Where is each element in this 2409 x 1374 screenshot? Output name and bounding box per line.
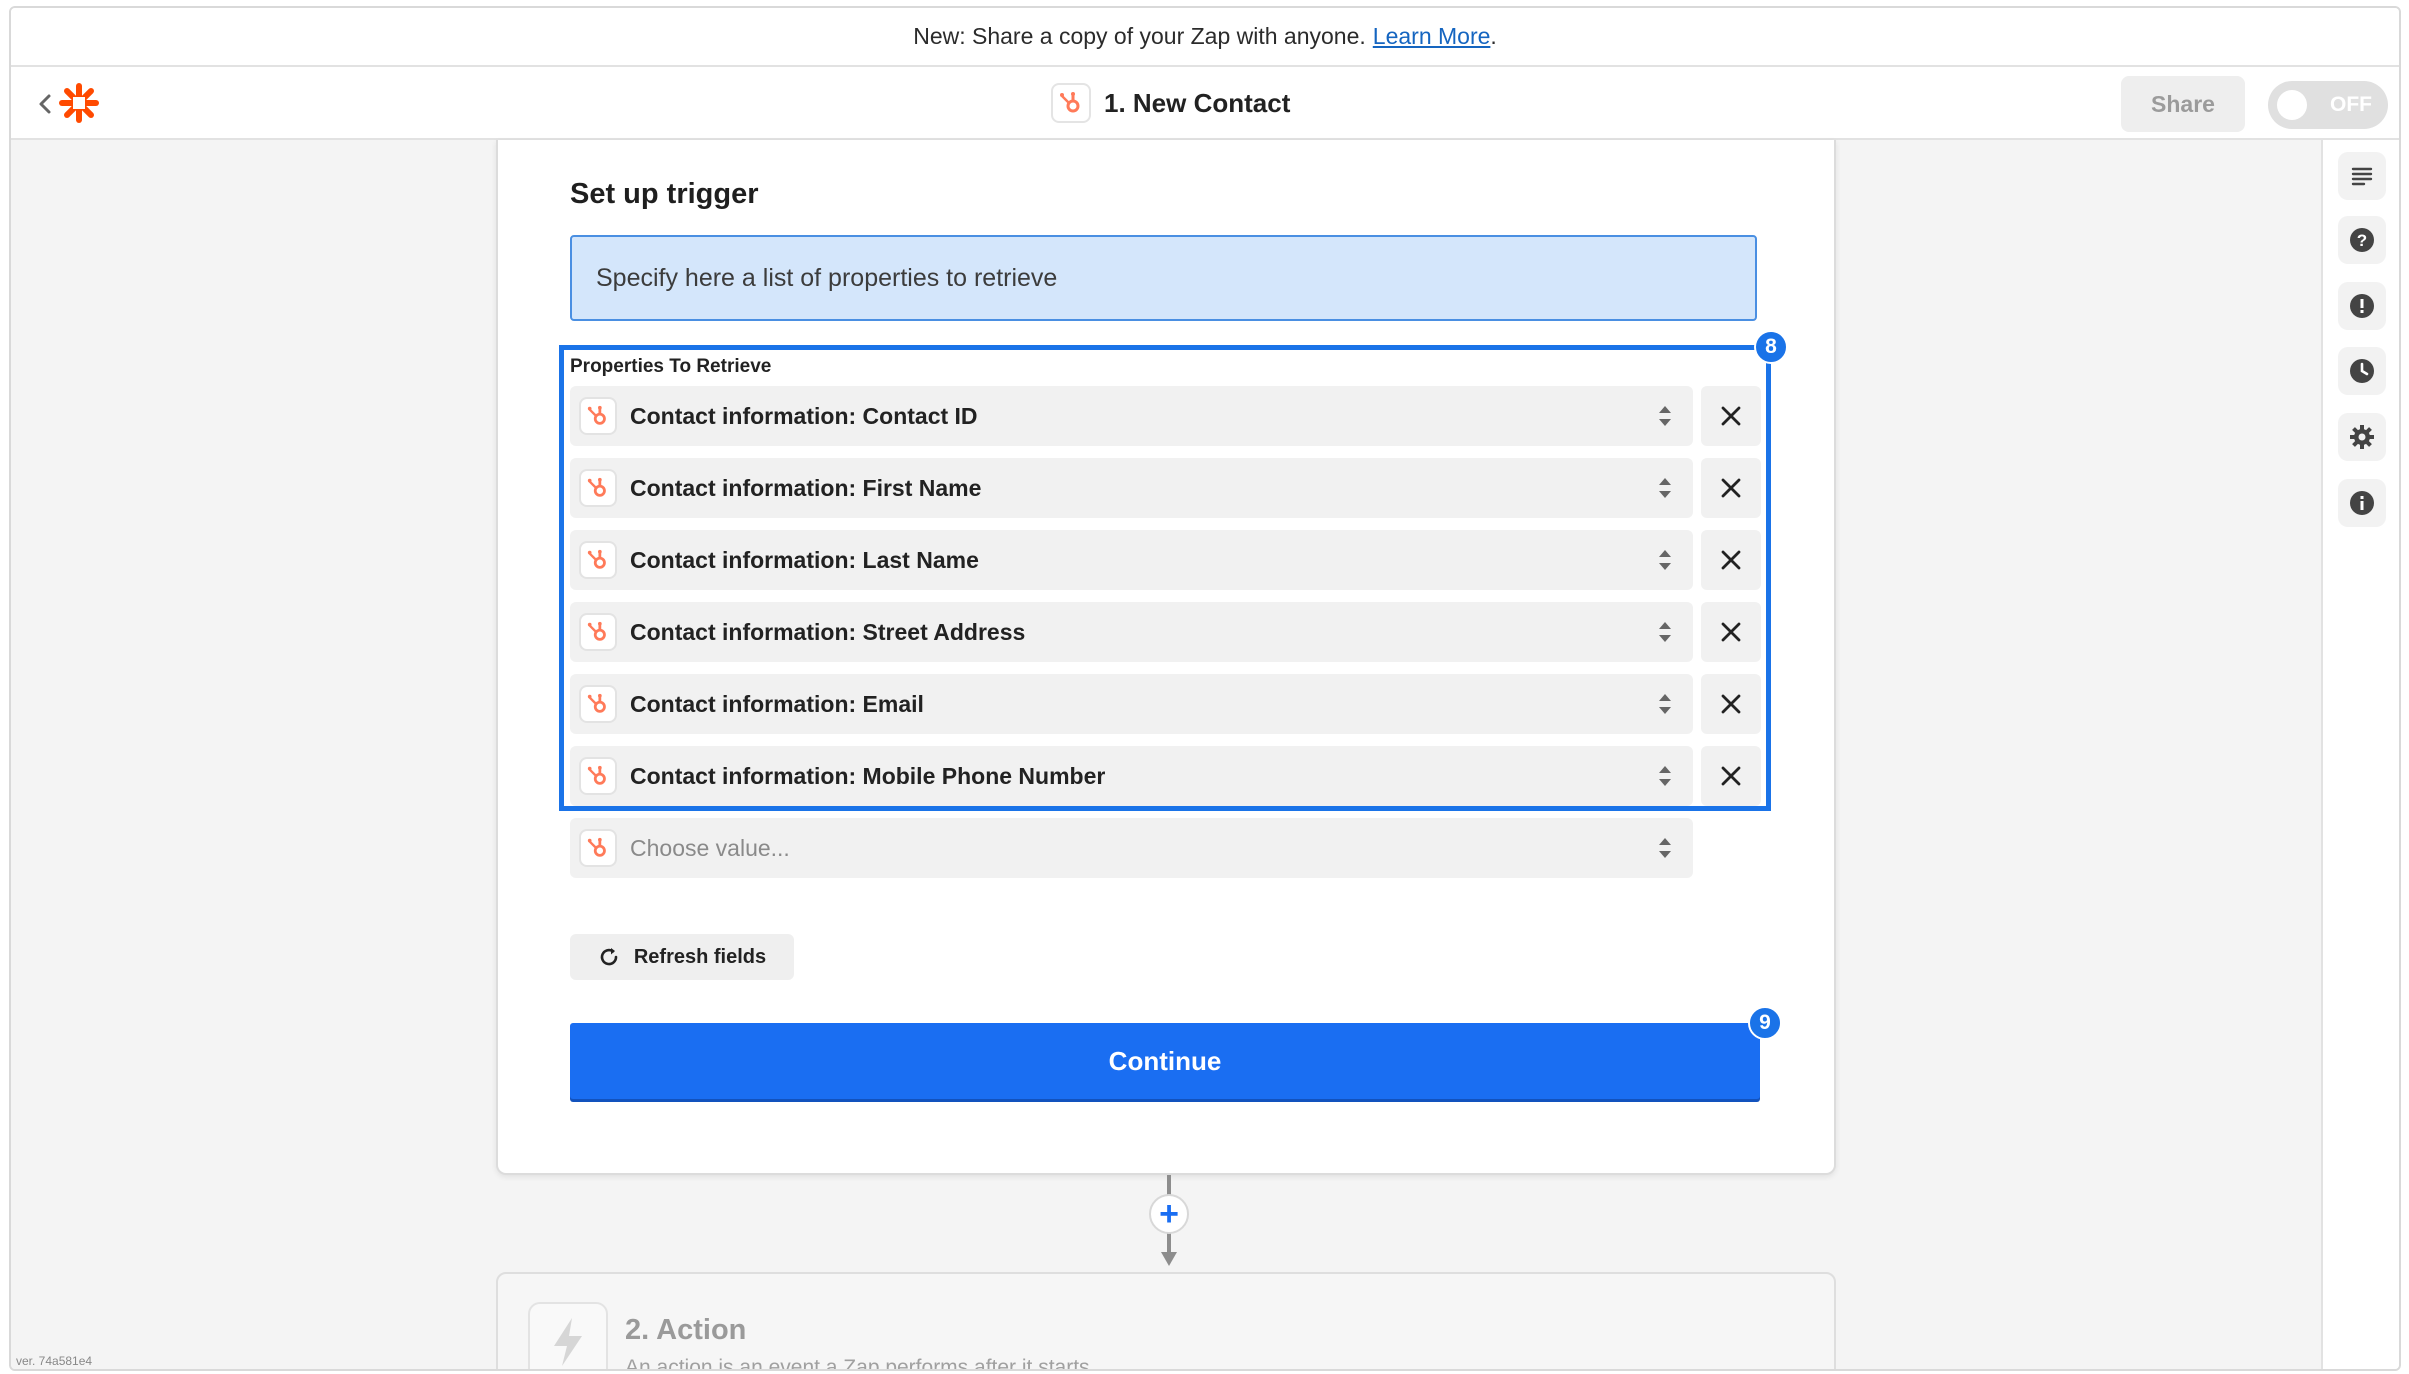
badge-9: 9	[1748, 1006, 1782, 1040]
right-sidebar: ?	[2321, 140, 2399, 1369]
sort-arrows-icon	[1657, 690, 1673, 718]
connector-arrow-icon	[1161, 1252, 1177, 1266]
chevron-left-icon[interactable]	[33, 89, 59, 119]
property-row: Contact information: Last Name	[570, 530, 1761, 590]
remove-button[interactable]	[1701, 674, 1761, 734]
help-text-box: Specify here a list of properties to ret…	[570, 235, 1757, 321]
hubspot-icon	[579, 829, 617, 867]
property-value: Contact information: Mobile Phone Number	[630, 763, 1106, 789]
property-select[interactable]: Contact information: Street Address	[570, 602, 1693, 662]
choose-value-select[interactable]: Choose value...	[570, 818, 1693, 878]
svg-text:?: ?	[2357, 231, 2367, 250]
property-select[interactable]: Contact information: Email	[570, 674, 1693, 734]
refresh-label: Refresh fields	[633, 945, 767, 968]
zap-title[interactable]: 1. New Contact	[1051, 83, 1290, 123]
alert-icon[interactable]	[2338, 282, 2386, 330]
remove-button[interactable]	[1701, 386, 1761, 446]
share-button[interactable]: Share	[2121, 76, 2245, 132]
refresh-fields-button[interactable]: Refresh fields	[570, 934, 794, 980]
announcement-bar: New: Share a copy of your Zap with anyon…	[11, 8, 2399, 67]
continue-button[interactable]: Continue	[570, 1023, 1760, 1099]
badge-8: 8	[1754, 330, 1788, 364]
property-row: Contact information: First Name	[570, 458, 1761, 518]
sort-arrows-icon	[1657, 546, 1673, 574]
announcement-text: New: Share a copy of your Zap with anyon…	[913, 23, 1366, 49]
property-select[interactable]: Contact information: First Name	[570, 458, 1693, 518]
toggle-label: OFF	[2330, 93, 2372, 116]
history-icon[interactable]	[2338, 347, 2386, 395]
refresh-icon	[600, 948, 618, 966]
sort-arrows-icon	[1657, 402, 1673, 430]
toggle-knob	[2277, 90, 2307, 120]
hubspot-icon	[579, 541, 617, 579]
learn-more-link[interactable]: Learn More	[1373, 23, 1491, 50]
add-step-button[interactable]: +	[1149, 1194, 1189, 1234]
property-value: Contact information: Contact ID	[630, 403, 978, 429]
help-text: Specify here a list of properties to ret…	[596, 263, 1058, 292]
header: 1. New Contact Share OFF	[11, 67, 2399, 140]
property-value: Contact information: First Name	[630, 475, 982, 501]
hubspot-icon	[579, 397, 617, 435]
version-label: ver. 74a581e4	[16, 1354, 93, 1368]
sort-arrows-icon	[1657, 834, 1673, 862]
remove-button[interactable]	[1701, 458, 1761, 518]
info-icon[interactable]	[2338, 479, 2386, 527]
remove-button[interactable]	[1701, 602, 1761, 662]
action-title: 2. Action	[625, 1314, 747, 1346]
close-icon	[1721, 406, 1741, 426]
notes-icon[interactable]	[2338, 152, 2386, 200]
action-step-card[interactable]: 2. Action An action is an event a Zap pe…	[496, 1272, 1836, 1371]
close-icon	[1721, 766, 1741, 786]
zap-on-off-toggle[interactable]: OFF	[2268, 81, 2388, 129]
hubspot-icon	[579, 757, 617, 795]
settings-icon[interactable]	[2338, 413, 2386, 461]
page-title: 1. New Contact	[1104, 87, 1291, 118]
field-label: Properties To Retrieve	[570, 356, 772, 377]
property-row: Contact information: Street Address	[570, 602, 1761, 662]
sort-arrows-icon	[1657, 618, 1673, 646]
remove-button[interactable]	[1701, 530, 1761, 590]
new-property-row: Choose value...	[570, 818, 1760, 878]
hubspot-icon	[1051, 83, 1091, 123]
close-icon	[1721, 694, 1741, 714]
remove-button[interactable]	[1701, 746, 1761, 806]
continue-label: Continue	[1108, 1045, 1222, 1076]
action-subtitle: An action is an event a Zap performs aft…	[625, 1356, 1090, 1371]
property-row: Contact information: Contact ID	[570, 386, 1761, 446]
card-title: Set up trigger	[570, 178, 759, 210]
close-icon	[1721, 622, 1741, 642]
lightning-icon	[528, 1302, 608, 1369]
property-value: Contact information: Email	[630, 691, 924, 717]
editor-canvas: Set up trigger Specify here a list of pr…	[11, 140, 2321, 1371]
close-icon	[1721, 478, 1741, 498]
property-select[interactable]: Contact information: Contact ID	[570, 386, 1693, 446]
property-row: Contact information: Mobile Phone Number	[570, 746, 1761, 806]
choose-value-placeholder: Choose value...	[630, 835, 790, 861]
property-select[interactable]: Contact information: Mobile Phone Number	[570, 746, 1693, 806]
close-icon	[1721, 550, 1741, 570]
help-icon[interactable]: ?	[2338, 216, 2386, 264]
hubspot-icon	[579, 685, 617, 723]
app-frame: New: Share a copy of your Zap with anyon…	[9, 6, 2401, 1371]
trigger-card: Set up trigger Specify here a list of pr…	[496, 140, 1836, 1175]
hubspot-icon	[579, 613, 617, 651]
property-select[interactable]: Contact information: Last Name	[570, 530, 1693, 590]
property-value: Contact information: Last Name	[630, 547, 979, 573]
property-row: Contact information: Email	[570, 674, 1761, 734]
announcement-suffix: .	[1490, 23, 1497, 49]
sort-arrows-icon	[1657, 474, 1673, 502]
sort-arrows-icon	[1657, 762, 1673, 790]
property-value: Contact information: Street Address	[630, 619, 1026, 645]
hubspot-icon	[579, 469, 617, 507]
zapier-logo-icon[interactable]	[59, 83, 103, 123]
